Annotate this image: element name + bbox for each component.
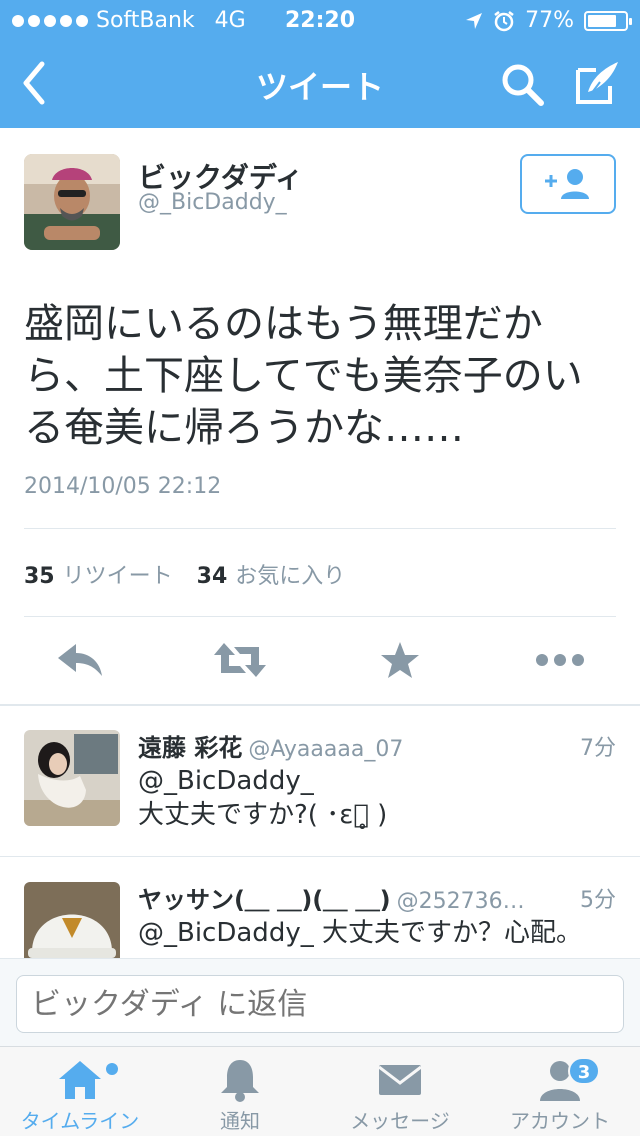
battery-percent: 77% [525,8,574,33]
home-icon [59,1061,101,1099]
retweet-icon [214,643,266,677]
search-icon[interactable] [498,60,546,108]
reply-avatar-image [24,882,120,958]
reply-avatar[interactable] [24,882,120,958]
reply-time: 7分 [580,736,616,761]
tab-messages[interactable]: メッセージ [320,1047,480,1136]
divider [0,856,640,857]
tweet-author: ビックダディ @_BicDaddy_ [24,154,616,254]
reply-item[interactable]: ヤッサン(＿ ＿)(＿ ＿) @252736… 5分 @_BicDaddy_ 大丈… [0,858,640,958]
tweet-stats: 35 リツイート 34 お気に入り [24,558,345,590]
reply-item[interactable]: 遠藤 彩花 @Ayaaaaa_07 7分 @_BicDaddy_ 大丈夫ですか?(… [0,706,640,856]
more-button[interactable] [530,636,590,684]
reply-handle[interactable]: @Ayaaaaa_07 [248,737,403,762]
divider [24,616,616,617]
header: SoftBank 4G 22:20 77% ツイート [0,0,640,128]
retweet-button[interactable] [210,636,270,684]
reply-time: 5分 [580,888,616,913]
divider [24,528,616,529]
tab-bar: タイムライン 通知 メッセージ 3 アカウント [0,1046,640,1136]
author-avatar[interactable] [24,154,120,250]
reply-avatar-image [24,730,120,826]
add-user-icon [545,169,589,199]
reply-input[interactable] [16,975,624,1033]
tab-label: 通知 [220,1109,260,1133]
reply-display-name[interactable]: 遠藤 彩花 [138,734,242,762]
tweet-timestamp: 2014/10/05 22:12 [24,474,222,499]
alarm-icon [494,10,514,31]
reply-button[interactable] [50,636,110,684]
reply-name[interactable]: ヤッサン(＿ ＿)(＿ ＿) @252736… [138,880,525,915]
follow-button[interactable] [520,154,616,214]
status-right: 77% [465,8,632,33]
new-items-dot [106,1063,118,1075]
tweet-text: 盛岡にいるのはもう無理だから、土下座してでも美奈子のいる奄美に帰ろうかな…… [24,301,583,451]
reply-handle[interactable]: @252736… [397,889,525,914]
star-icon [381,642,419,678]
nav-bar: ツイート [0,40,640,128]
status-bar: SoftBank 4G 22:20 77% [0,0,640,40]
location-arrow-icon [466,12,483,29]
tab-timeline[interactable]: タイムライン [0,1047,160,1136]
tab-account[interactable]: 3 アカウント [480,1047,640,1136]
reply-text: @_BicDaddy_ 大丈夫ですか？心配。 [138,918,582,948]
compose-icon[interactable] [572,58,622,108]
reply-display-name[interactable]: ヤッサン(＿ ＿)(＿ ＿) [138,886,391,914]
more-dots-icon [536,654,584,666]
author-avatar-image [24,154,120,250]
favorite-label[interactable]: お気に入り [235,558,345,590]
reply-text: @_BicDaddy_ 大丈夫ですか?( ･ε･̥ ) [138,766,388,830]
reply-name[interactable]: 遠藤 彩花 @Ayaaaaa_07 [138,728,403,763]
retweet-label[interactable]: リツイート [63,558,173,590]
bell-icon [221,1060,259,1102]
battery-icon [584,10,632,31]
reply-avatar[interactable] [24,730,120,826]
envelope-icon [378,1065,422,1095]
account-badge: 3 [568,1057,600,1085]
reply-composer [0,958,640,1046]
retweet-count[interactable]: 35 [24,564,55,589]
tab-label: タイムライン [20,1109,140,1133]
favorite-button[interactable] [370,636,430,684]
favorite-count[interactable]: 34 [197,564,228,589]
tweet-actions [0,636,640,684]
tab-label: メッセージ [350,1109,450,1133]
reply-icon [58,644,102,676]
author-handle[interactable]: @_BicDaddy_ [138,190,287,215]
tab-notifications[interactable]: 通知 [160,1047,320,1136]
tab-label: アカウント [510,1109,610,1133]
